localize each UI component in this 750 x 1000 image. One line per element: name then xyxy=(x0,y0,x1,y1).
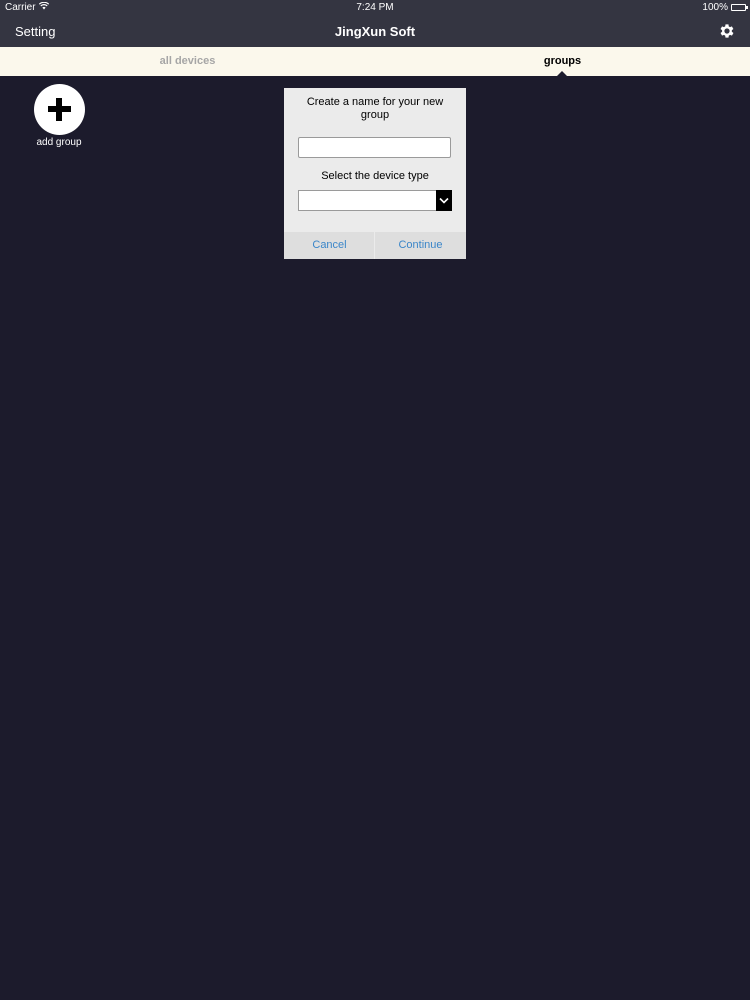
add-group-button[interactable]: add group xyxy=(32,84,86,148)
device-type-label: Select the device type xyxy=(321,170,429,182)
gear-icon[interactable] xyxy=(718,22,736,40)
plus-icon xyxy=(33,84,85,135)
dialog-title: Create a name for your new group xyxy=(306,96,444,121)
status-bar: Carrier 7:24 PM 100% xyxy=(0,0,750,16)
cancel-button[interactable]: Cancel xyxy=(284,232,375,259)
chevron-down-icon xyxy=(436,190,452,211)
battery-percent: 100% xyxy=(702,2,728,13)
status-right: 100% xyxy=(702,2,748,13)
dialog-buttons: Cancel Continue xyxy=(284,232,466,259)
tab-bar: all devices groups xyxy=(0,47,750,76)
nav-bar: Setting JingXun Soft xyxy=(0,16,750,47)
battery-icon xyxy=(731,4,748,11)
app-title: JingXun Soft xyxy=(334,24,416,39)
device-type-select[interactable] xyxy=(298,190,452,211)
selected-tab-indicator xyxy=(557,71,567,76)
app-screen: Carrier 7:24 PM 100% Setting JingXun Sof… xyxy=(0,0,750,1000)
status-time: 7:24 PM xyxy=(356,2,394,13)
add-group-label: add group xyxy=(36,137,82,148)
tab-all-devices[interactable]: all devices xyxy=(0,47,375,76)
group-name-input[interactable] xyxy=(298,137,451,158)
new-group-dialog: Create a name for your new group Select … xyxy=(284,88,466,259)
continue-button[interactable]: Continue xyxy=(375,232,466,259)
